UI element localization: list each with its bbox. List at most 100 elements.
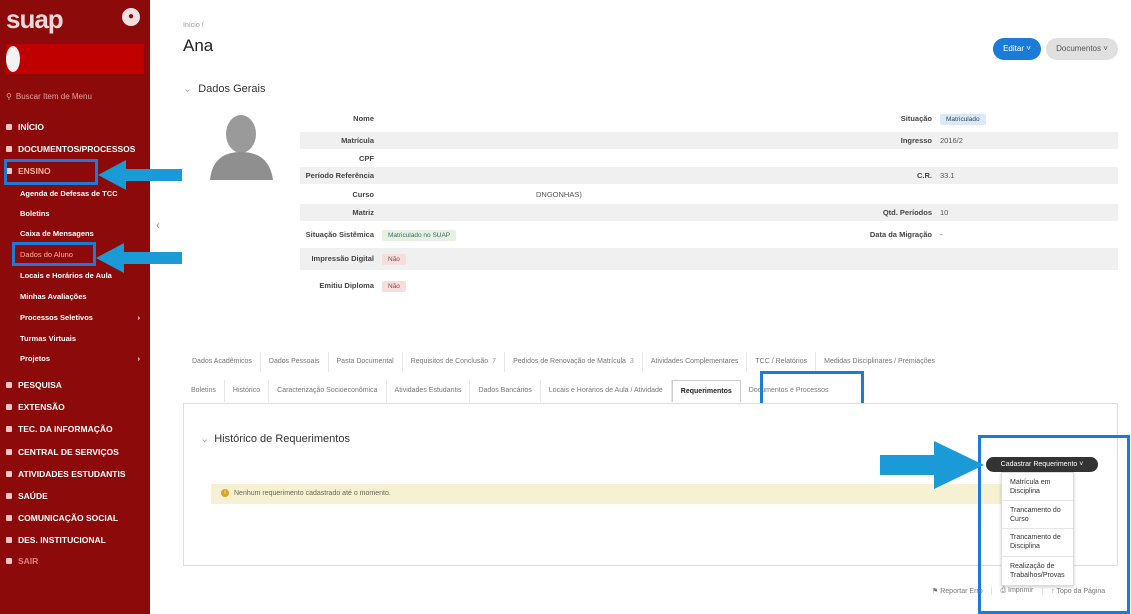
status-badge: Matriculado (940, 114, 986, 125)
tab-requisitos-conclusao[interactable]: Requisitos de Conclusão 7 (403, 352, 506, 372)
nav-documentos[interactable]: DOCUMENTOS/PROCESSOS (6, 144, 146, 154)
row-nome: Nome Situação Matriculado (300, 110, 1118, 127)
sub-agenda[interactable]: Agenda de Defesas de TCC (20, 189, 144, 198)
highlight-ensino (4, 159, 98, 185)
divider: | (1041, 587, 1044, 595)
chevron-down-icon: ⌄ (183, 83, 193, 95)
reportar-erro-link[interactable]: ⚑ Reportar Erro (932, 587, 983, 595)
value-qtd-periodos: 10 (940, 208, 949, 217)
bell-icon[interactable]: ● (122, 8, 140, 26)
label-cpf: CPF (359, 154, 374, 163)
nav-label: SAIR (18, 556, 39, 566)
arrow-right-icon (880, 441, 984, 489)
edit-button[interactable]: Editar ˅ (993, 38, 1041, 60)
service-icon (6, 449, 12, 455)
arrow-left-icon (98, 160, 182, 190)
tab-caracterizacao[interactable]: Caracterização Socioeconômica (269, 380, 387, 402)
tab-tcc-relatorios[interactable]: TCC / Relatórios (747, 352, 817, 372)
tabs-row-1: Dados Acadêmicos Dados Pessoais Pasta Do… (183, 352, 943, 372)
panel-title: Histórico de Requerimentos (214, 433, 350, 445)
tab-atividades-complementares[interactable]: Atividades Complementares (643, 352, 748, 372)
student-photo (210, 115, 273, 180)
topo-link[interactable]: ↑ Topo da Página (1051, 588, 1105, 595)
breadcrumb[interactable]: Início / (183, 22, 204, 29)
nav-label: TEC. DA INFORMAÇÃO (18, 424, 113, 434)
menu-search[interactable]: ⚲ Buscar Item de Menu (6, 92, 92, 101)
student-icon (6, 471, 12, 477)
sub-projetos[interactable]: Projetos › (20, 354, 144, 363)
sub-avaliacoes[interactable]: Minhas Avaliações (20, 292, 144, 301)
label-ingresso: Ingresso (900, 136, 932, 145)
documents-button[interactable]: Documentos ˅ (1046, 38, 1118, 60)
row-curso: Curso DNGONHAS) (300, 186, 1118, 203)
label-curso: Curso (352, 190, 374, 199)
tab-pedidos-renovacao[interactable]: Pedidos de Renovação de Matrícula 3 (505, 352, 643, 372)
arrow-left-icon (96, 243, 182, 273)
nav-atividades-estudantis[interactable]: ATIVIDADES ESTUDANTIS (6, 469, 146, 479)
sub-turmas[interactable]: Turmas Virtuais (20, 334, 144, 343)
tab-requerimentos[interactable]: Requerimentos (671, 380, 741, 402)
tab-locais-horarios[interactable]: Locais e Horários de Aula / Atividade (541, 380, 672, 402)
avatar (6, 46, 20, 72)
label-situacao: Situação (900, 114, 932, 123)
sub-label: Processos Seletivos (20, 313, 93, 322)
nav-central-servicos[interactable]: CENTRAL DE SERVIÇOS (6, 447, 146, 457)
page-title: Ana (183, 36, 214, 55)
sidebar: suap ● ⚲ Buscar Item de Menu INÍCIO DOCU… (0, 0, 150, 614)
nav-des-institucional[interactable]: DES. INSTITUCIONAL (6, 535, 146, 545)
nav-pesquisa[interactable]: PESQUISA (6, 380, 146, 390)
tab-dados-academicos[interactable]: Dados Acadêmicos (183, 352, 261, 372)
print-icon: ⎙ (1000, 587, 1007, 594)
label-matriz: Matriz (352, 208, 374, 217)
nav-inicio[interactable]: INÍCIO (6, 122, 146, 132)
status-badge: Não (382, 254, 406, 265)
label-cr: C.R. (917, 171, 932, 180)
sub-boletins[interactable]: Boletins (20, 209, 144, 218)
footer-label: Imprimir (1008, 587, 1034, 594)
info-icon: i (221, 489, 229, 498)
user-box[interactable] (6, 44, 144, 74)
tab-dados-pessoais[interactable]: Dados Pessoais (261, 352, 329, 372)
sub-caixa[interactable]: Caixa de Mensagens (20, 229, 144, 238)
tab-historico[interactable]: Histórico (225, 380, 270, 402)
sub-processos[interactable]: Processos Seletivos › (20, 313, 144, 322)
row-cpf: CPF (300, 150, 1118, 167)
historico-requerimentos-header[interactable]: ⌄ Histórico de Requerimentos (200, 432, 350, 445)
chevron-down-icon: ⌄ (200, 433, 210, 445)
sub-label: Projetos (20, 354, 51, 363)
tab-boletins[interactable]: Boletins (183, 380, 225, 402)
highlight-dados-aluno (12, 242, 96, 266)
label-nome: Nome (353, 114, 374, 123)
imprimir-link[interactable]: ⎙ Imprimir (1000, 587, 1033, 595)
value-curso: DNGONHAS) (536, 190, 582, 199)
collapse-sidebar-icon[interactable]: ‹ (156, 218, 160, 232)
tab-count: 7 (492, 358, 497, 365)
nav-sair[interactable]: SAIR (6, 556, 146, 566)
section-dados-gerais[interactable]: ⌄ Dados Gerais (183, 82, 265, 95)
value-cr: 33.1 (940, 171, 955, 180)
suap-logo[interactable]: suap (6, 4, 64, 35)
nav-extensao[interactable]: EXTENSÃO (6, 402, 146, 412)
tab-count: 3 (629, 358, 634, 365)
row-matricula: Matrícula Ingresso 2016/2 (300, 132, 1118, 149)
nav-saude[interactable]: SAÚDE (6, 491, 146, 501)
tab-dados-bancarios[interactable]: Dados Bancários (470, 380, 541, 402)
label-qtd-periodos: Qtd. Períodos (882, 208, 932, 217)
section-title: Dados Gerais (198, 83, 266, 95)
tab-atividades-estudantis[interactable]: Atividades Estudantis (387, 380, 471, 402)
tab-pasta-documental[interactable]: Pasta Documental (329, 352, 403, 372)
chevron-right-icon: › (137, 313, 141, 322)
nav-label: COMUNICAÇÃO SOCIAL (18, 513, 119, 523)
nav-tec-informacao[interactable]: TEC. DA INFORMAÇÃO (6, 424, 146, 434)
nav-comunicacao[interactable]: COMUNICAÇÃO SOCIAL (6, 513, 146, 523)
status-badge: Não (382, 281, 406, 292)
home-icon (6, 124, 12, 130)
tab-medidas-disciplinares[interactable]: Medidas Disciplinares / Premiações (816, 352, 943, 372)
tabs-row-2: Boletins Histórico Caracterização Socioe… (183, 380, 837, 402)
tab-label: Atividades Complementares (650, 358, 739, 365)
label-emitiu-diploma: Emitiu Diploma (319, 281, 374, 290)
nav-label: CENTRAL DE SERVIÇOS (18, 447, 119, 457)
tab-label: TCC / Relatórios (755, 358, 808, 365)
menu-search-placeholder: Buscar Item de Menu (15, 92, 92, 101)
row-impressao: Impressão Digital Não (300, 248, 1118, 270)
